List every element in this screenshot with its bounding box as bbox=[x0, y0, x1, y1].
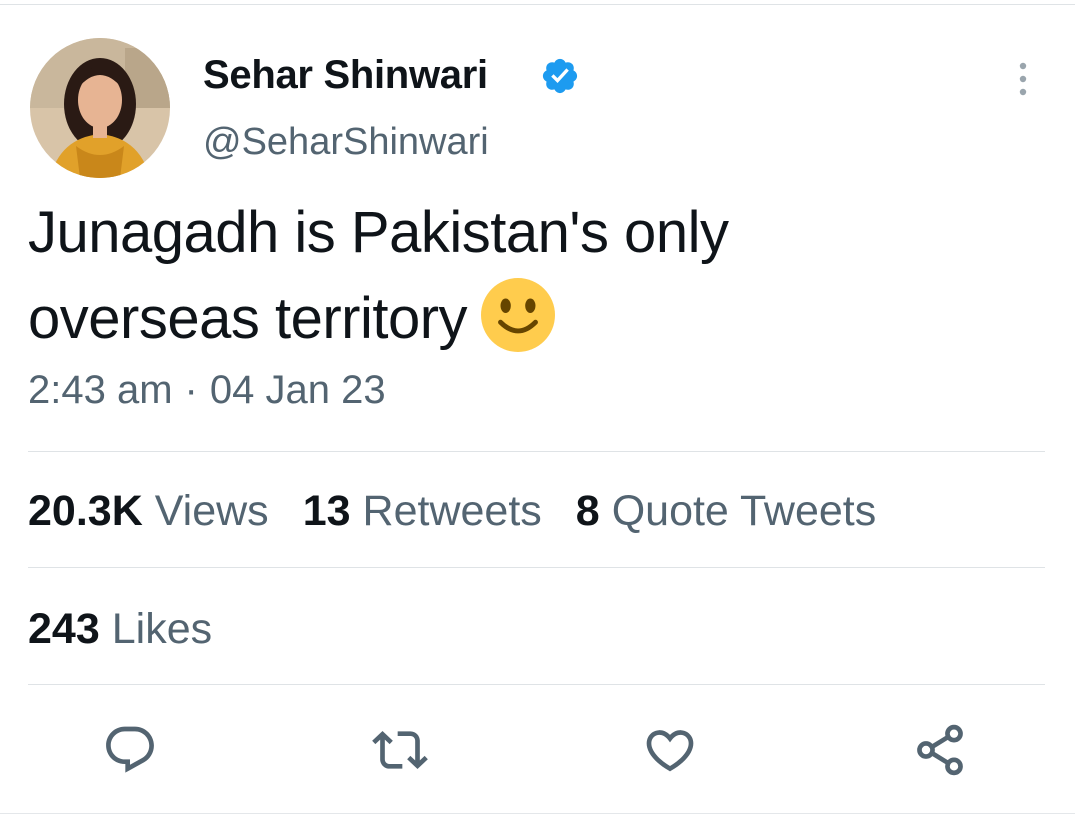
retweet-icon bbox=[372, 731, 428, 769]
likes-stat-group: 243 Likes bbox=[28, 604, 212, 654]
likes-count: 243 bbox=[28, 605, 100, 653]
reply-button[interactable] bbox=[102, 722, 158, 778]
tweet-timestamp[interactable]: 2:43 am · 04 Jan 23 bbox=[28, 366, 386, 414]
views-label: Views bbox=[154, 487, 269, 535]
retweets-count: 13 bbox=[302, 487, 351, 535]
tweet-stats: 20.3K Views 13 Retweets 8 Quote Tweets bbox=[28, 486, 910, 536]
avatar[interactable] bbox=[30, 38, 170, 178]
share-button[interactable] bbox=[912, 722, 968, 778]
views-count: 20.3K bbox=[28, 487, 143, 535]
views-stat: 20.3K Views bbox=[28, 486, 269, 536]
tweet-body: Junagadh is Pakistan's only overseas ter… bbox=[28, 200, 729, 351]
divider bbox=[28, 567, 1045, 568]
like-icon bbox=[646, 730, 694, 772]
tweet-date: 04 Jan 23 bbox=[209, 368, 386, 412]
divider bbox=[28, 684, 1045, 685]
divider bbox=[28, 451, 1045, 452]
reply-icon bbox=[106, 726, 154, 773]
retweets-stat[interactable]: 13 Retweets bbox=[303, 486, 542, 536]
tweet-time: 2:43 am bbox=[28, 368, 173, 412]
quote-tweets-stat[interactable]: 8 Quote Tweets bbox=[576, 486, 876, 536]
likes-label: Likes bbox=[111, 605, 213, 653]
display-name[interactable]: Sehar Shinwari bbox=[203, 52, 488, 98]
bottom-border bbox=[0, 813, 1075, 814]
retweet-button[interactable] bbox=[372, 722, 428, 778]
user-handle[interactable]: @SeharShinwari bbox=[203, 120, 489, 164]
verified-badge-icon bbox=[540, 56, 580, 96]
likes-stat[interactable]: 243 Likes bbox=[28, 604, 246, 654]
slightly-smiling-face-icon bbox=[481, 278, 556, 352]
timestamp-separator: · bbox=[184, 368, 198, 412]
more-options-icon[interactable] bbox=[1008, 60, 1038, 98]
avatar-image bbox=[30, 38, 170, 178]
retweets-label: Retweets bbox=[362, 487, 542, 535]
share-icon bbox=[917, 724, 963, 776]
like-button[interactable] bbox=[642, 722, 698, 778]
quote-tweets-count: 8 bbox=[575, 487, 600, 535]
quote-tweets-label: Quote Tweets bbox=[611, 487, 877, 535]
tweet-text: Junagadh is Pakistan's only overseas ter… bbox=[28, 190, 928, 362]
top-border bbox=[0, 4, 1075, 5]
